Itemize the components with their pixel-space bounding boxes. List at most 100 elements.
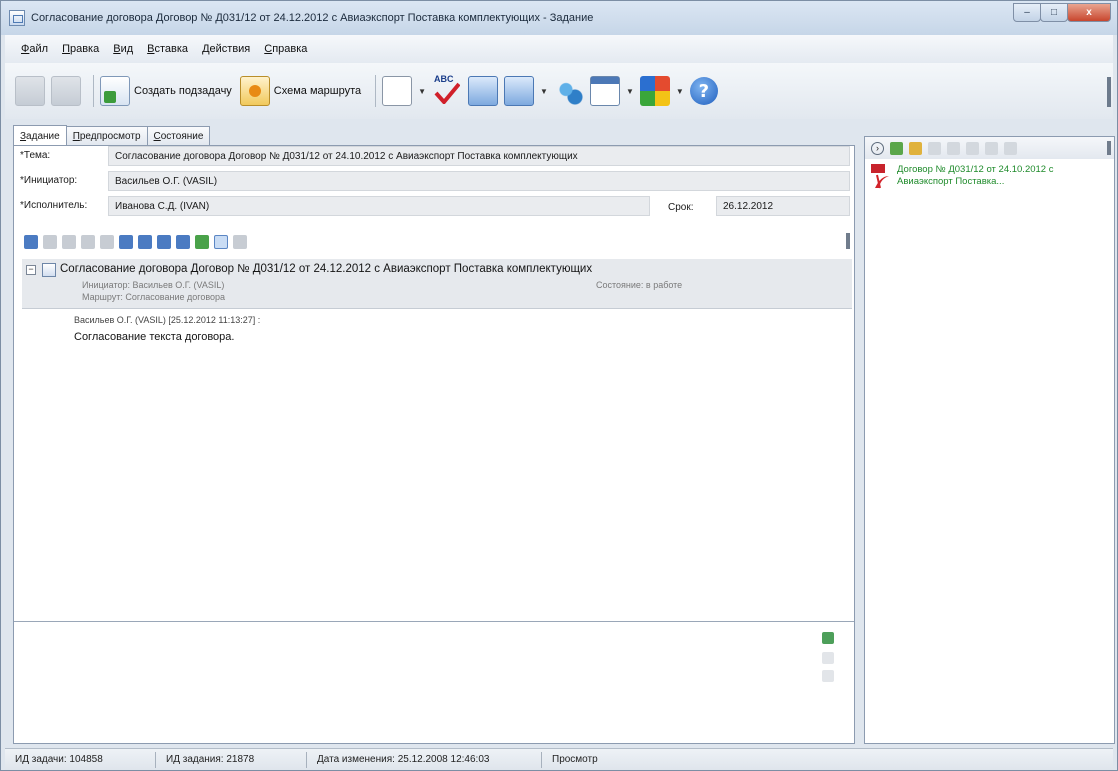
view-file-icon[interactable]	[928, 141, 941, 155]
subject-field[interactable]: Согласование договора Договор № Д031/12 …	[108, 146, 850, 166]
collapse-icon[interactable]	[176, 235, 190, 249]
status-task-id: ИД задачи: 104858	[15, 754, 103, 765]
maximize-button[interactable]: □	[1040, 3, 1068, 22]
menu-insert[interactable]: Вставка	[147, 43, 188, 55]
comment-author: Васильев О.Г. (VASIL) [25.12.2012 11:13:…	[74, 315, 261, 325]
tab-state[interactable]: Состояние	[146, 126, 211, 146]
title-bar: Согласование договора Договор № Д031/12 …	[1, 1, 1117, 35]
chevron-down-icon[interactable]: ▼	[540, 87, 548, 96]
task-icon	[42, 263, 56, 277]
tab-task[interactable]: Задание	[13, 125, 67, 147]
chevron-down-icon[interactable]: ▼	[676, 87, 684, 96]
spellcheck-icon[interactable]: ABC	[432, 74, 462, 106]
edit-icon[interactable]	[62, 235, 76, 249]
expand-panel-icon[interactable]: ›	[871, 141, 884, 155]
thread-header[interactable]: − Согласование договора Договор № Д031/1…	[22, 259, 852, 309]
expand-icon[interactable]	[157, 235, 171, 249]
menu-file[interactable]: Файл	[21, 43, 48, 55]
executor-label: *Исполнитель:	[20, 200, 88, 211]
redo-icon[interactable]	[822, 670, 834, 682]
tab-state-label: Состояние	[153, 131, 204, 142]
thread-route: Маршрут: Согласование договора	[82, 292, 226, 302]
pdf-file-icon	[871, 164, 889, 189]
window-controls: – □ x	[1013, 3, 1111, 22]
tab-task-label: Задание	[20, 131, 60, 142]
document-icon[interactable]	[382, 76, 413, 106]
menu-actions[interactable]: Действия	[202, 43, 250, 55]
thread-title: Согласование договора Договор № Д031/12 …	[60, 263, 593, 275]
open-file-icon[interactable]	[909, 141, 922, 155]
task-panel: *Тема: Согласование договора Договор № Д…	[13, 145, 855, 744]
subtask-icon	[100, 76, 130, 106]
status-bar: ИД задачи: 104858 ИД задания: 21878 Дата…	[5, 748, 1113, 770]
delete-file-icon[interactable]	[985, 141, 998, 155]
route-scheme-label: Схема маршрута	[273, 85, 362, 97]
calendar-icon[interactable]	[589, 76, 620, 106]
chevron-down-icon[interactable]: ▼	[418, 87, 426, 96]
create-subtask-button[interactable]: Создать подзадачу	[100, 76, 232, 106]
undo-icon[interactable]	[822, 652, 834, 664]
comment-text: Согласование текста договора.	[74, 331, 235, 343]
collapse-toggle[interactable]: −	[26, 265, 36, 275]
add-comment-icon[interactable]	[822, 632, 834, 644]
toolbar-separator	[93, 75, 94, 107]
toolbar-grip[interactable]	[1107, 77, 1111, 107]
add-file-icon[interactable]	[890, 141, 903, 155]
save-file-icon[interactable]	[966, 141, 979, 155]
comment-editor[interactable]	[14, 621, 854, 743]
chevron-down-icon[interactable]: ▼	[626, 87, 634, 96]
initiator-label: *Инициатор:	[20, 175, 78, 186]
attachments-toolbar-grip[interactable]	[1107, 141, 1111, 155]
status-modified: Дата изменения: 25.12.2008 12:46:03	[317, 754, 490, 765]
menu-edit[interactable]: Правка	[62, 43, 99, 55]
executor-field[interactable]: Иванова С.Д. (IVAN)	[108, 196, 650, 216]
delete-icon[interactable]	[100, 235, 114, 249]
print-icon[interactable]	[504, 76, 535, 106]
tree-icon[interactable]	[138, 235, 152, 249]
tab-preview-label: Предпросмотр	[72, 131, 141, 142]
window-title: Согласование договора Договор № Д031/12 …	[31, 12, 594, 24]
tab-preview[interactable]: Предпросмотр	[65, 126, 148, 146]
thread-initiator: Инициатор: Васильев О.Г. (VASIL)	[82, 280, 225, 290]
list-icon[interactable]	[119, 235, 133, 249]
users-icon[interactable]	[553, 76, 584, 106]
window-task-icon	[9, 10, 25, 26]
structure-icon[interactable]	[468, 76, 499, 106]
route-scheme-button[interactable]: Схема маршрута	[239, 76, 362, 106]
thread-state: Состояние: в работе	[596, 280, 683, 290]
attachment-name: Договор № Д031/12 от 24.10.2012 с Авиаэк…	[897, 164, 1054, 187]
initiator-field[interactable]: Васильев О.Г. (VASIL)	[108, 171, 850, 191]
attachment-item[interactable]: Договор № Д031/12 от 24.10.2012 с Авиаэк…	[869, 162, 1109, 196]
find-icon[interactable]	[43, 235, 57, 249]
save-icon[interactable]	[15, 76, 45, 106]
menu-bar: Файл Правка Вид Вставка Действия Справка	[5, 35, 1113, 63]
thread-toolbar	[24, 231, 252, 253]
help-icon[interactable]: ?	[689, 77, 718, 105]
route-icon	[239, 76, 270, 106]
status-mode: Просмотр	[552, 754, 598, 765]
close-button[interactable]: x	[1067, 3, 1111, 22]
create-subtask-label: Создать подзадачу	[134, 85, 232, 97]
deadline-label: Срок:	[668, 202, 694, 213]
status-assignment-id: ИД задания: 21878	[166, 754, 255, 765]
subject-label: *Тема:	[20, 150, 51, 161]
menu-view[interactable]: Вид	[113, 43, 133, 55]
edit-file-icon[interactable]	[947, 141, 960, 155]
menu-help[interactable]: Справка	[264, 43, 307, 55]
color-categories-icon[interactable]	[639, 76, 670, 106]
view-list-icon[interactable]	[233, 235, 247, 249]
deadline-field[interactable]: 26.12.2012	[716, 196, 850, 216]
view-detail-icon[interactable]	[214, 235, 228, 249]
app-window: Согласование договора Договор № Д031/12 …	[0, 0, 1118, 771]
checkmark-icon	[434, 82, 461, 104]
save-close-icon[interactable]	[51, 76, 81, 106]
toolbar-separator	[375, 75, 377, 107]
minimize-button[interactable]: –	[1013, 3, 1041, 22]
refresh-icon[interactable]	[195, 235, 209, 249]
reply-icon[interactable]	[81, 235, 95, 249]
task-thread: − Согласование договора Договор № Д031/1…	[22, 259, 852, 611]
thread-toolbar-grip[interactable]	[846, 233, 850, 249]
copy-icon[interactable]	[24, 235, 38, 249]
attachments-panel: › Договор № Д031/12 от 24.10.2012 с Авиа…	[864, 136, 1115, 744]
file-options-icon[interactable]	[1004, 141, 1017, 155]
